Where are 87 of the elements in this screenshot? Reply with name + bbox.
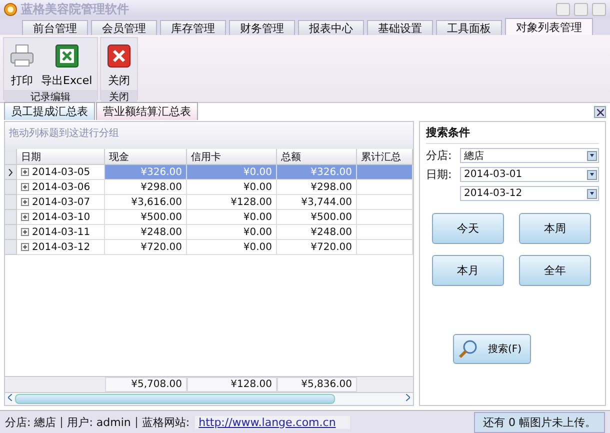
date-picker[interactable]: 2014-03-12: [460, 186, 599, 201]
expand-icon[interactable]: [21, 168, 29, 176]
table-cell: ¥3,616.00: [105, 195, 187, 210]
table-cell: ¥326.00: [105, 165, 187, 180]
menu-tab[interactable]: 财务管理: [229, 20, 295, 35]
date-text: 2014-03-05: [32, 166, 90, 178]
spreadsheet-icon: [54, 43, 80, 69]
table-cell: ¥0.00: [187, 180, 277, 195]
date-text: 2014-03-12: [32, 242, 90, 252]
field-label: 日期:: [426, 167, 453, 182]
table-cell: ¥3,744.00: [277, 195, 357, 210]
website-link[interactable]: http://www.lange.com.cn: [194, 416, 350, 428]
group-by-hint: 拖动列标题到这进行分组: [5, 122, 413, 149]
window-title: 蓝格美容院管理软件: [21, 0, 130, 18]
date-text: 2014-03-11: [32, 226, 90, 238]
ribbon-button[interactable]: 打印: [6, 40, 38, 88]
horizontal-scrollbar[interactable]: [5, 392, 413, 405]
date-text: 2014-03-10: [32, 212, 90, 222]
printer-icon: [9, 43, 35, 69]
document-tab[interactable]: 营业额结算汇总表: [96, 102, 198, 120]
close-icon: [106, 43, 132, 69]
table-cell: ¥500.00: [277, 210, 357, 225]
menu-tab[interactable]: 基础设置: [367, 20, 433, 35]
table-cell: ¥248.00: [105, 225, 187, 240]
scroll-right-icon[interactable]: [406, 394, 410, 401]
table-cell: ¥720.00: [277, 240, 357, 255]
column-header[interactable]: 总额: [277, 149, 357, 165]
table-cell: ¥720.00: [105, 240, 187, 255]
table-cell: ¥248.00: [277, 225, 357, 240]
total-cell: ¥5,836.00: [277, 377, 357, 392]
column-header[interactable]: 日期: [17, 149, 105, 165]
date-range-button[interactable]: 今天: [432, 213, 504, 244]
caret-icon: [590, 173, 594, 176]
menu-tab[interactable]: 对象列表管理: [505, 18, 593, 35]
menu-tab[interactable]: 库存管理: [160, 20, 226, 35]
date-range-button[interactable]: 本月: [432, 255, 504, 286]
table-cell: ¥298.00: [277, 180, 357, 195]
expand-icon[interactable]: [21, 183, 29, 191]
table-cell: ¥0.00: [187, 165, 277, 180]
panel-title: 搜索条件: [426, 125, 599, 144]
table-cell: ¥0.00: [187, 240, 277, 255]
app-logo-icon: [4, 2, 17, 16]
search-button[interactable]: 搜索(F): [453, 334, 531, 364]
total-cell: ¥128.00: [187, 377, 277, 392]
table-cell: ¥326.00: [277, 165, 357, 180]
menu-tab[interactable]: 前台管理: [22, 20, 88, 35]
column-header[interactable]: 现金: [105, 149, 187, 165]
date-range-button[interactable]: 本周: [519, 213, 591, 244]
date-text: 2014-03-07: [32, 196, 90, 208]
ribbon-button-label: 打印: [11, 73, 33, 88]
ribbon-button-label: 导出Excel: [41, 73, 92, 88]
table-cell: ¥128.00: [187, 195, 277, 210]
status-store: 分店: 總店: [5, 414, 56, 430]
caret-icon: [590, 154, 594, 157]
caret-icon: [590, 192, 594, 195]
menu-tab[interactable]: 报表中心: [298, 20, 364, 35]
scroll-left-icon[interactable]: [8, 394, 12, 401]
ribbon-button[interactable]: 关闭: [103, 40, 136, 88]
total-cell: ¥5,708.00: [105, 377, 187, 392]
ribbon-button[interactable]: 导出Excel: [38, 40, 96, 88]
expand-icon[interactable]: [21, 243, 29, 251]
expand-icon[interactable]: [21, 198, 29, 206]
table-cell: ¥0.00: [187, 225, 277, 240]
status-user: 用户: admin: [67, 414, 131, 430]
expand-icon[interactable]: [21, 228, 29, 236]
status-site-label: 蓝格网站:: [142, 414, 190, 430]
current-row-icon: [8, 168, 13, 176]
expand-icon[interactable]: [21, 213, 29, 221]
table-cell: ¥298.00: [105, 180, 187, 195]
field-label: 分店:: [426, 148, 453, 163]
close-button[interactable]: [594, 106, 606, 118]
table-cell: ¥0.00: [187, 210, 277, 225]
search-icon: [458, 339, 478, 359]
table-cell: [357, 165, 413, 180]
column-header[interactable]: 累计汇总: [357, 149, 413, 165]
menu-tab[interactable]: 工具面板: [436, 20, 502, 35]
upload-status: 还有 0 幅图片未上传。: [474, 412, 605, 432]
date-text: 2014-03-06: [32, 182, 90, 192]
store-dropdown[interactable]: 總店: [460, 148, 599, 163]
date-range-button[interactable]: 全年: [519, 255, 591, 286]
ribbon-button-label: 关闭: [108, 73, 130, 88]
menu-tab[interactable]: 会员管理: [91, 20, 157, 35]
table-cell: ¥500.00: [105, 210, 187, 225]
row-indicator[interactable]: [5, 165, 17, 180]
column-header[interactable]: 信用卡: [187, 149, 277, 165]
date-picker[interactable]: 2014-03-01: [460, 167, 599, 182]
document-tab[interactable]: 员工提成汇总表: [4, 102, 95, 120]
